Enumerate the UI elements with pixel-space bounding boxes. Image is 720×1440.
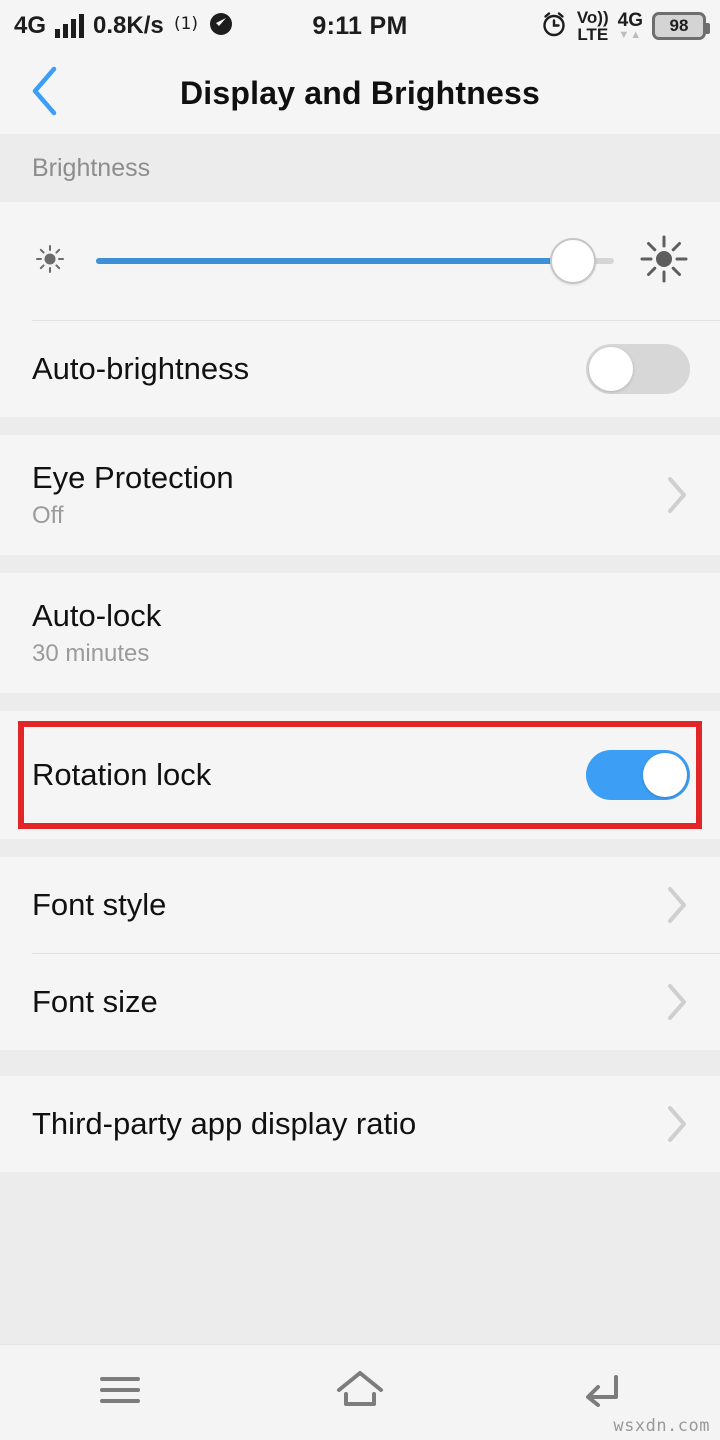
section-gap bbox=[0, 1050, 720, 1076]
section-fonts: Font style Font size bbox=[0, 857, 720, 1050]
row-rotation-lock[interactable]: Rotation lock bbox=[0, 711, 720, 839]
slider-thumb[interactable] bbox=[549, 238, 596, 284]
chevron-right-icon bbox=[664, 1104, 690, 1144]
rotation-lock-label: Rotation lock bbox=[32, 756, 212, 792]
row-labels: Third-party app display ratio bbox=[32, 1106, 664, 1143]
network-right-label: 4G bbox=[617, 10, 643, 31]
font-size-label: Font size bbox=[32, 983, 158, 1019]
watermark: wsxdn.com bbox=[613, 1416, 710, 1436]
third-party-ratio-label: Third-party app display ratio bbox=[32, 1105, 417, 1141]
volte-bottom-label: LTE bbox=[577, 25, 609, 44]
row-auto-brightness[interactable]: Auto-brightness bbox=[0, 321, 720, 417]
navigation-bar: wsxdn.com bbox=[0, 1344, 720, 1440]
menu-button[interactable] bbox=[0, 1345, 240, 1440]
section-gap bbox=[0, 417, 720, 435]
home-button[interactable] bbox=[240, 1345, 480, 1440]
page-title: Display and Brightness bbox=[179, 74, 541, 111]
battery-percent-label: 98 bbox=[669, 16, 689, 35]
data-arrows-icon: ▼▲ bbox=[618, 29, 643, 41]
row-labels: Auto-lock 30 minutes bbox=[32, 598, 690, 668]
row-font-style[interactable]: Font style bbox=[0, 857, 720, 953]
back-arrow-icon bbox=[576, 1369, 624, 1416]
row-third-party-ratio[interactable]: Third-party app display ratio bbox=[0, 1076, 720, 1172]
brightness-slider-row[interactable] bbox=[0, 202, 720, 320]
brightness-slider[interactable] bbox=[96, 238, 614, 284]
phone-screen: 4G 0.8K/s ((1)) 9:11 PM bbox=[0, 0, 720, 1440]
home-icon bbox=[334, 1368, 386, 1417]
auto-lock-label: Auto-lock bbox=[32, 597, 162, 633]
battery-icon: 98 bbox=[652, 12, 710, 40]
font-style-label: Font style bbox=[32, 886, 167, 922]
volte-top-label: Vo)) bbox=[576, 8, 609, 27]
row-labels: Font style bbox=[32, 887, 664, 924]
status-bar-right: Vo)) LTE 4G ▼▲ 98 bbox=[540, 0, 710, 52]
sun-high-icon bbox=[636, 231, 692, 292]
section-gap bbox=[0, 839, 720, 857]
chevron-right-icon bbox=[664, 885, 690, 925]
network-right-indicator: 4G ▼▲ bbox=[618, 11, 643, 41]
slider-fill bbox=[96, 258, 573, 264]
title-bar: Display and Brightness bbox=[0, 52, 720, 134]
eye-protection-label: Eye Protection bbox=[32, 459, 234, 495]
section-eye-protection: Eye Protection Off bbox=[0, 435, 720, 555]
auto-brightness-label: Auto-brightness bbox=[32, 350, 250, 386]
row-labels: Auto-brightness bbox=[32, 351, 586, 388]
volte-icon: Vo)) LTE bbox=[577, 9, 609, 43]
section-gap bbox=[0, 555, 720, 573]
row-labels: Font size bbox=[32, 984, 664, 1021]
chevron-right-icon bbox=[664, 982, 690, 1022]
section-gap bbox=[0, 693, 720, 711]
toggle-knob bbox=[643, 753, 687, 797]
auto-lock-value: 30 minutes bbox=[32, 640, 150, 668]
alarm-clock-icon bbox=[540, 10, 568, 43]
row-labels: Eye Protection Off bbox=[32, 460, 664, 530]
settings-list: Brightness Auto-brightness Eye Protectio… bbox=[0, 134, 720, 1258]
chevron-right-icon bbox=[664, 475, 690, 515]
toggle-knob bbox=[589, 347, 633, 391]
row-font-size[interactable]: Font size bbox=[0, 954, 720, 1050]
section-header-brightness: Brightness bbox=[0, 134, 720, 202]
rotation-lock-toggle[interactable] bbox=[586, 750, 690, 800]
menu-icon bbox=[97, 1371, 143, 1414]
section-auto-lock: Auto-lock 30 minutes bbox=[0, 573, 720, 693]
row-auto-lock[interactable]: Auto-lock 30 minutes bbox=[0, 573, 720, 693]
section-third-party-ratio: Third-party app display ratio bbox=[0, 1076, 720, 1172]
sun-low-icon bbox=[28, 237, 72, 286]
status-bar: 4G 0.8K/s ((1)) 9:11 PM bbox=[0, 0, 720, 52]
row-labels: Rotation lock bbox=[32, 757, 586, 794]
eye-protection-value: Off bbox=[32, 502, 64, 530]
auto-brightness-toggle[interactable] bbox=[586, 344, 690, 394]
section-rotation-lock: Rotation lock bbox=[0, 711, 720, 839]
section-brightness: Auto-brightness bbox=[0, 202, 720, 417]
row-eye-protection[interactable]: Eye Protection Off bbox=[0, 435, 720, 555]
content-bottom-spacer bbox=[0, 1258, 720, 1344]
